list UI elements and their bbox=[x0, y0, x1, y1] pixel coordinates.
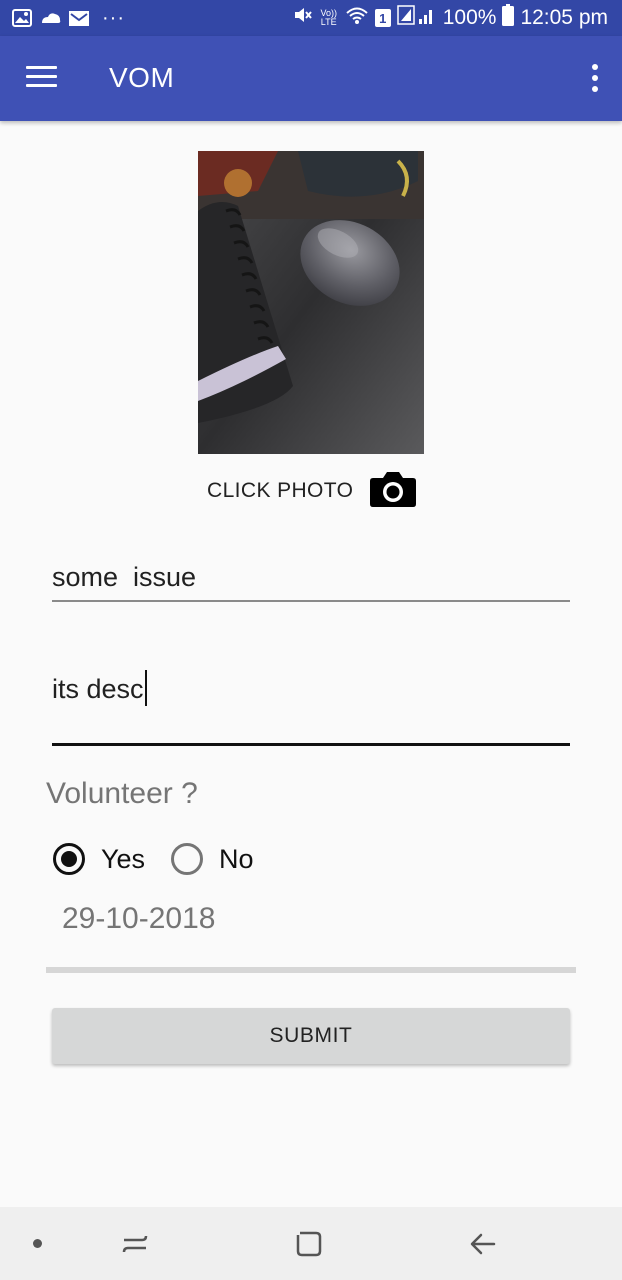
app-title: VOM bbox=[109, 62, 175, 93]
photo-preview bbox=[198, 151, 424, 454]
mute-icon bbox=[293, 5, 313, 31]
weather-icon bbox=[40, 9, 61, 27]
radio-yes-label[interactable]: Yes bbox=[101, 844, 145, 875]
text-cursor bbox=[144, 670, 147, 706]
dot-icon bbox=[22, 1207, 52, 1280]
more-notifications-icon: ··· bbox=[102, 7, 125, 29]
overflow-menu-icon[interactable] bbox=[588, 64, 600, 94]
status-left-icons: ··· bbox=[12, 6, 125, 30]
battery-icon bbox=[502, 4, 515, 32]
status-right-icons: Vo)) LTE 1 100% 12:05 pm bbox=[293, 4, 608, 32]
radio-yes[interactable]: Yes bbox=[53, 843, 145, 875]
signal-icon bbox=[396, 5, 437, 31]
click-photo-button[interactable]: CLICK PHOTO bbox=[207, 468, 417, 514]
submit-button[interactable]: SUBMIT bbox=[52, 1008, 570, 1064]
camera-icon bbox=[369, 470, 417, 513]
radio-yes-indicator[interactable] bbox=[53, 843, 85, 875]
volte-icon: Vo)) LTE bbox=[320, 8, 337, 27]
date-field[interactable]: 29-10-2018 bbox=[62, 902, 215, 936]
click-photo-label: CLICK PHOTO bbox=[207, 479, 354, 502]
date-underline bbox=[46, 967, 576, 973]
volunteer-label: Volunteer ? bbox=[46, 777, 198, 810]
volunteer-radio-group: Yes No bbox=[53, 840, 254, 878]
description-underline bbox=[52, 743, 570, 746]
home-icon[interactable] bbox=[284, 1207, 334, 1280]
radio-no-label[interactable]: No bbox=[219, 844, 254, 875]
issue-title-value: some issue bbox=[52, 562, 197, 592]
description-value: its desc bbox=[52, 670, 147, 706]
description-field[interactable]: its desc bbox=[52, 664, 570, 748]
battery-percent: 100% bbox=[442, 6, 497, 29]
mail-icon bbox=[68, 9, 89, 27]
gallery-icon bbox=[12, 9, 32, 27]
hamburger-menu-icon[interactable] bbox=[26, 66, 58, 90]
clock: 12:05 pm bbox=[520, 6, 608, 29]
issue-title-field[interactable]: some issue bbox=[52, 558, 570, 604]
recents-icon[interactable] bbox=[110, 1207, 160, 1280]
radio-no-indicator[interactable] bbox=[171, 843, 204, 875]
system-nav-bar bbox=[0, 1207, 622, 1280]
wifi-icon bbox=[345, 5, 369, 31]
sim-badge: 1 bbox=[374, 9, 391, 27]
radio-no[interactable]: No bbox=[171, 843, 254, 875]
app-bar: VOM bbox=[0, 36, 622, 121]
issue-title-underline bbox=[52, 600, 570, 602]
back-icon[interactable] bbox=[458, 1207, 508, 1280]
status-bar: ··· Vo)) LTE 1 100% 12:05 pm bbox=[0, 0, 622, 36]
